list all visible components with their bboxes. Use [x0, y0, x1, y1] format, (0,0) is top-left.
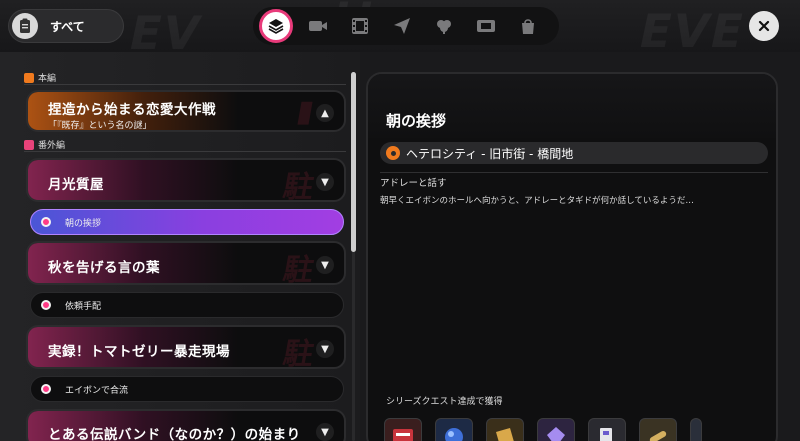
location-text: ヘテロシティ - 旧市街 - 橋間地 — [406, 146, 574, 161]
tab-ticket[interactable] — [467, 7, 505, 45]
chevron-down-icon[interactable]: ▼ — [316, 340, 334, 358]
film-icon — [352, 18, 368, 34]
reward-gem-icon — [547, 427, 565, 441]
tab-bag[interactable] — [509, 7, 547, 45]
reward-list — [384, 418, 702, 441]
quest-card-title: 捏造から始まる恋愛大作戦 — [48, 102, 216, 118]
tab-all-quests[interactable] — [257, 7, 295, 45]
divider — [380, 172, 768, 173]
section-header-side-story: 番外編 — [24, 138, 346, 152]
quest-description: 朝早くエイボンのホールへ向かうと、アドレーとタギドが何か話しているようだ… — [380, 196, 694, 206]
reward-cards-icon — [600, 428, 612, 441]
reward-item[interactable] — [486, 418, 524, 441]
sub-quest-label: 朝の挨拶 — [65, 218, 102, 229]
tab-messages[interactable] — [383, 7, 421, 45]
quest-card-tomato-jelly[interactable]: 駐 実録！トマトゼリー暴走現場 ▼ — [26, 325, 346, 369]
video-camera-icon — [309, 21, 327, 31]
ticket-icon — [477, 20, 495, 32]
layers-icon — [268, 19, 284, 34]
quest-card-title: 秋を告げる言の葉 — [48, 260, 160, 276]
section-label-side-story: 番外編 — [38, 141, 66, 151]
side-story-tag-icon — [24, 139, 34, 150]
reward-item[interactable] — [588, 418, 626, 441]
quest-card-legendary-band[interactable]: とある伝説バンド（なのか？）の始まり ▼ — [26, 409, 346, 441]
clipboard-icon — [12, 13, 38, 39]
quest-card-subtitle: 「『既存』という名の謎」 — [48, 121, 152, 131]
tab-video[interactable] — [299, 7, 337, 45]
flower-icon — [437, 20, 451, 34]
section-header-main-story: 本編 — [24, 71, 346, 85]
reward-item[interactable] — [384, 418, 422, 441]
main-story-tag-icon — [24, 72, 34, 83]
chevron-down-icon[interactable]: ▼ — [316, 173, 334, 191]
top-bar: !! EVE EV すべて — [0, 0, 800, 52]
quest-card-moonlight-pawnshop[interactable]: 駐 月光質屋 ▼ — [26, 158, 346, 202]
close-button[interactable] — [749, 11, 779, 41]
quest-detail-panel: 朝の挨拶 ヘテロシティ - 旧市街 - 橋間地 アドレーと話す 朝早くエイボンの… — [366, 72, 778, 441]
sub-quest-morning-greeting[interactable]: 朝の挨拶 — [30, 209, 344, 235]
bag-icon — [522, 19, 534, 34]
reward-orb-icon — [445, 428, 463, 441]
filter-label: すべて — [50, 19, 85, 34]
quest-card-title: とある伝説バンド（なのか？）の始まり — [48, 427, 301, 441]
quest-card-autumn-words[interactable]: 駐 秋を告げる言の葉 ▼ — [26, 241, 346, 285]
quest-card-main[interactable]: ▮ 捏造から始まる恋愛大作戦 「『既存』という名の謎」 ▲ — [26, 90, 346, 132]
chevron-up-icon[interactable]: ▲ — [316, 104, 334, 122]
chevron-down-icon[interactable]: ▼ — [316, 423, 334, 441]
location-bar[interactable]: ヘテロシティ - 旧市街 - 橋間地 — [380, 142, 768, 164]
sub-quest-meet-at-avon[interactable]: エイボンで合流 — [30, 376, 344, 402]
status-dot-icon — [41, 384, 51, 394]
quest-title: 朝の挨拶 — [386, 112, 447, 130]
tab-film[interactable] — [341, 7, 379, 45]
sub-quest-request-arrangement[interactable]: 依頼手配 — [30, 292, 344, 318]
reward-label: シリーズクエスト達成で獲得 — [386, 397, 503, 407]
chevron-down-icon[interactable]: ▼ — [316, 256, 334, 274]
scrollbar-thumb[interactable] — [351, 72, 356, 252]
status-dot-icon — [41, 300, 51, 310]
quest-card-title: 月光質屋 — [48, 177, 104, 193]
reward-scroll-icon — [649, 431, 667, 441]
close-icon — [758, 20, 770, 32]
quest-card-title: 実録！トマトゼリー暴走現場 — [48, 344, 230, 360]
reward-item[interactable] — [537, 418, 575, 441]
reward-item[interactable] — [639, 418, 677, 441]
section-label-main-story: 本編 — [38, 74, 57, 84]
location-pin-icon — [386, 146, 400, 160]
reward-card-icon — [393, 429, 413, 441]
sub-quest-label: エイボンで合流 — [65, 385, 129, 396]
sub-quest-label: 依頼手配 — [65, 301, 102, 312]
reward-item[interactable] — [435, 418, 473, 441]
paper-plane-icon — [394, 18, 410, 34]
status-dot-icon — [41, 217, 51, 227]
filter-dropdown[interactable]: すべて — [8, 9, 124, 43]
reward-ticket-icon — [496, 428, 514, 441]
tab-flower[interactable] — [425, 7, 463, 45]
quest-objective: アドレーと話す — [380, 178, 447, 189]
category-tabs — [253, 7, 559, 45]
reward-item-partial[interactable] — [690, 418, 702, 441]
